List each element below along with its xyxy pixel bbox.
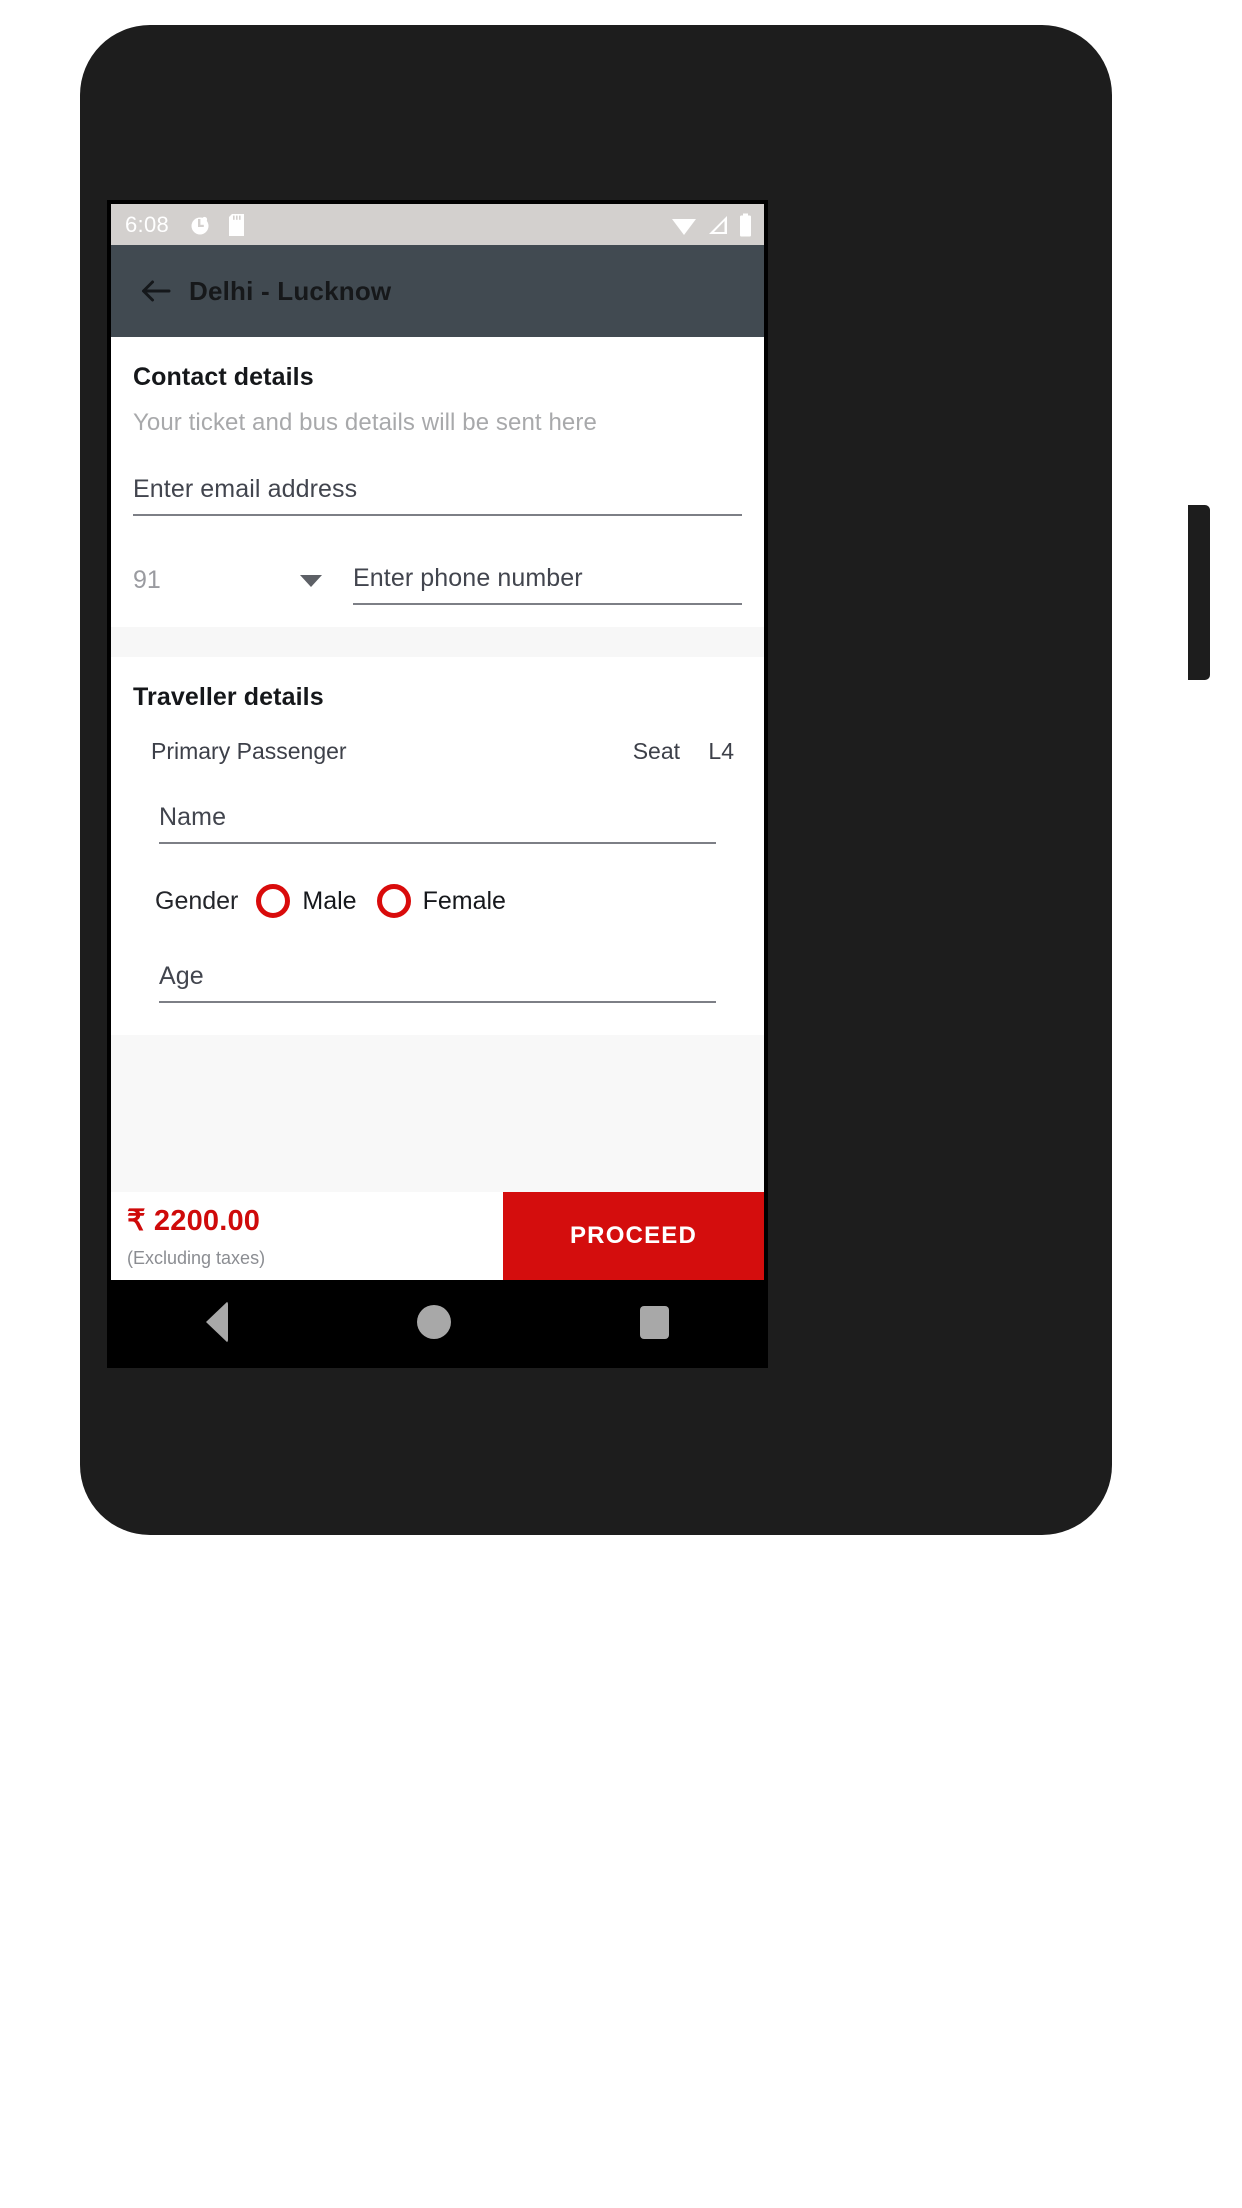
contact-details-subtitle: Your ticket and bus details will be sent… bbox=[133, 409, 597, 436]
name-placeholder: Name bbox=[159, 803, 227, 831]
passenger-label: Primary Passenger bbox=[151, 738, 347, 764]
traveller-details-heading: Traveller details bbox=[133, 683, 324, 711]
phone-screen: 6:08 Delhi - Lucknow Contact details You… bbox=[107, 200, 768, 1368]
contact-details-card: Contact details Your ticket and bus deta… bbox=[111, 337, 764, 627]
status-bar: 6:08 bbox=[111, 204, 764, 245]
sd-card-icon bbox=[229, 213, 245, 236]
gender-option-male-label[interactable]: Male bbox=[302, 887, 356, 916]
nav-back-icon[interactable] bbox=[205, 1301, 228, 1343]
status-time: 6:08 bbox=[125, 211, 170, 237]
country-code-dropdown[interactable]: 91 bbox=[133, 566, 328, 605]
total-price: ₹ 2200.00 bbox=[127, 1205, 261, 1237]
main-content: Contact details Your ticket and bus deta… bbox=[111, 337, 764, 1280]
status-right-icons bbox=[671, 213, 752, 237]
seat-label: Seat bbox=[632, 738, 681, 764]
gender-radio-female[interactable] bbox=[376, 884, 411, 918]
nav-home-icon[interactable] bbox=[416, 1305, 451, 1339]
alarm-icon bbox=[191, 216, 209, 234]
proceed-button[interactable]: PROCEED bbox=[503, 1192, 764, 1280]
screen-content: 6:08 Delhi - Lucknow Contact details You… bbox=[111, 204, 764, 1364]
gender-option-female-label[interactable]: Female bbox=[423, 887, 506, 916]
status-left-icons bbox=[189, 213, 246, 237]
phone-number-field[interactable]: Enter phone number bbox=[353, 564, 742, 605]
contact-details-heading: Contact details bbox=[133, 363, 314, 391]
signal-icon bbox=[709, 215, 727, 234]
country-code-value: 91 bbox=[133, 566, 161, 594]
section-divider bbox=[111, 627, 764, 657]
seat-info: Seat L4 bbox=[633, 738, 734, 765]
android-navigation-bar bbox=[111, 1280, 764, 1364]
nav-recents-icon[interactable] bbox=[640, 1305, 670, 1339]
back-arrow-icon[interactable] bbox=[141, 279, 171, 303]
power-button[interactable] bbox=[1188, 505, 1210, 680]
battery-icon bbox=[740, 213, 751, 236]
age-field[interactable]: Age bbox=[159, 962, 716, 1003]
price-tax-note: (Excluding taxes) bbox=[127, 1248, 266, 1268]
email-placeholder: Enter email address bbox=[133, 475, 358, 503]
price-summary: ₹ 2200.00 (Excluding taxes) bbox=[111, 1192, 503, 1280]
age-placeholder: Age bbox=[159, 962, 204, 990]
phone-placeholder: Enter phone number bbox=[353, 564, 583, 592]
traveller-details-card: Traveller details Primary Passenger Seat… bbox=[111, 657, 764, 1035]
screenshot-root: 6:08 Delhi - Lucknow Contact details You… bbox=[0, 0, 1242, 2208]
passenger-header-row: Primary Passenger Seat L4 bbox=[133, 712, 742, 765]
gender-radio-male[interactable] bbox=[256, 884, 291, 918]
chevron-down-icon bbox=[300, 574, 322, 587]
bottom-action-bar: ₹ 2200.00 (Excluding taxes) PROCEED bbox=[111, 1192, 764, 1280]
phone-row: 91 Enter phone number bbox=[133, 564, 742, 627]
gender-row: Gender Male Female bbox=[155, 884, 742, 918]
seat-number: L4 bbox=[708, 738, 734, 764]
content-filler bbox=[111, 1035, 764, 1192]
page-title: Delhi - Lucknow bbox=[189, 275, 392, 306]
app-bar: Delhi - Lucknow bbox=[111, 245, 764, 337]
name-field[interactable]: Name bbox=[159, 803, 716, 844]
gender-label: Gender bbox=[155, 886, 239, 915]
email-field[interactable]: Enter email address bbox=[133, 475, 742, 516]
wifi-icon bbox=[672, 218, 696, 235]
